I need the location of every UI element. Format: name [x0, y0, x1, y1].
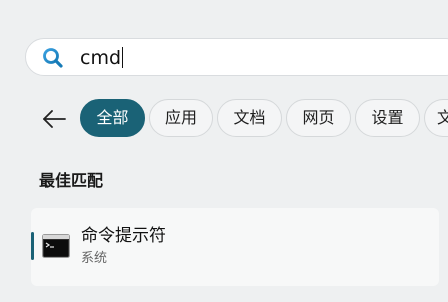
filter-chip-web[interactable]: 网页 — [286, 99, 351, 137]
best-match-result[interactable]: 命令提示符 系统 — [31, 208, 439, 286]
filter-chip-apps[interactable]: 应用 — [149, 99, 213, 137]
search-input[interactable]: cmd — [80, 47, 124, 69]
arrow-left-icon — [43, 110, 66, 128]
command-prompt-icon — [42, 234, 70, 258]
section-title-best-match: 最佳匹配 — [39, 171, 104, 190]
filter-chip-all[interactable]: 全部 — [80, 99, 145, 137]
search-input-value: cmd — [80, 47, 122, 69]
filter-chip-documents[interactable]: 文档 — [217, 99, 282, 137]
search-box[interactable]: cmd — [25, 38, 448, 76]
filter-chip-settings[interactable]: 设置 — [355, 99, 420, 137]
result-app-type: 系统 — [81, 251, 108, 266]
search-icon — [42, 47, 64, 69]
selection-indicator — [31, 232, 34, 260]
filter-bar: 全部 应用 文档 网页 设置 文 — [0, 98, 448, 140]
back-button[interactable] — [37, 105, 71, 133]
text-caret — [122, 47, 124, 68]
result-app-name: 命令提示符 — [81, 226, 166, 246]
filter-chip-folders[interactable]: 文 — [424, 99, 448, 137]
